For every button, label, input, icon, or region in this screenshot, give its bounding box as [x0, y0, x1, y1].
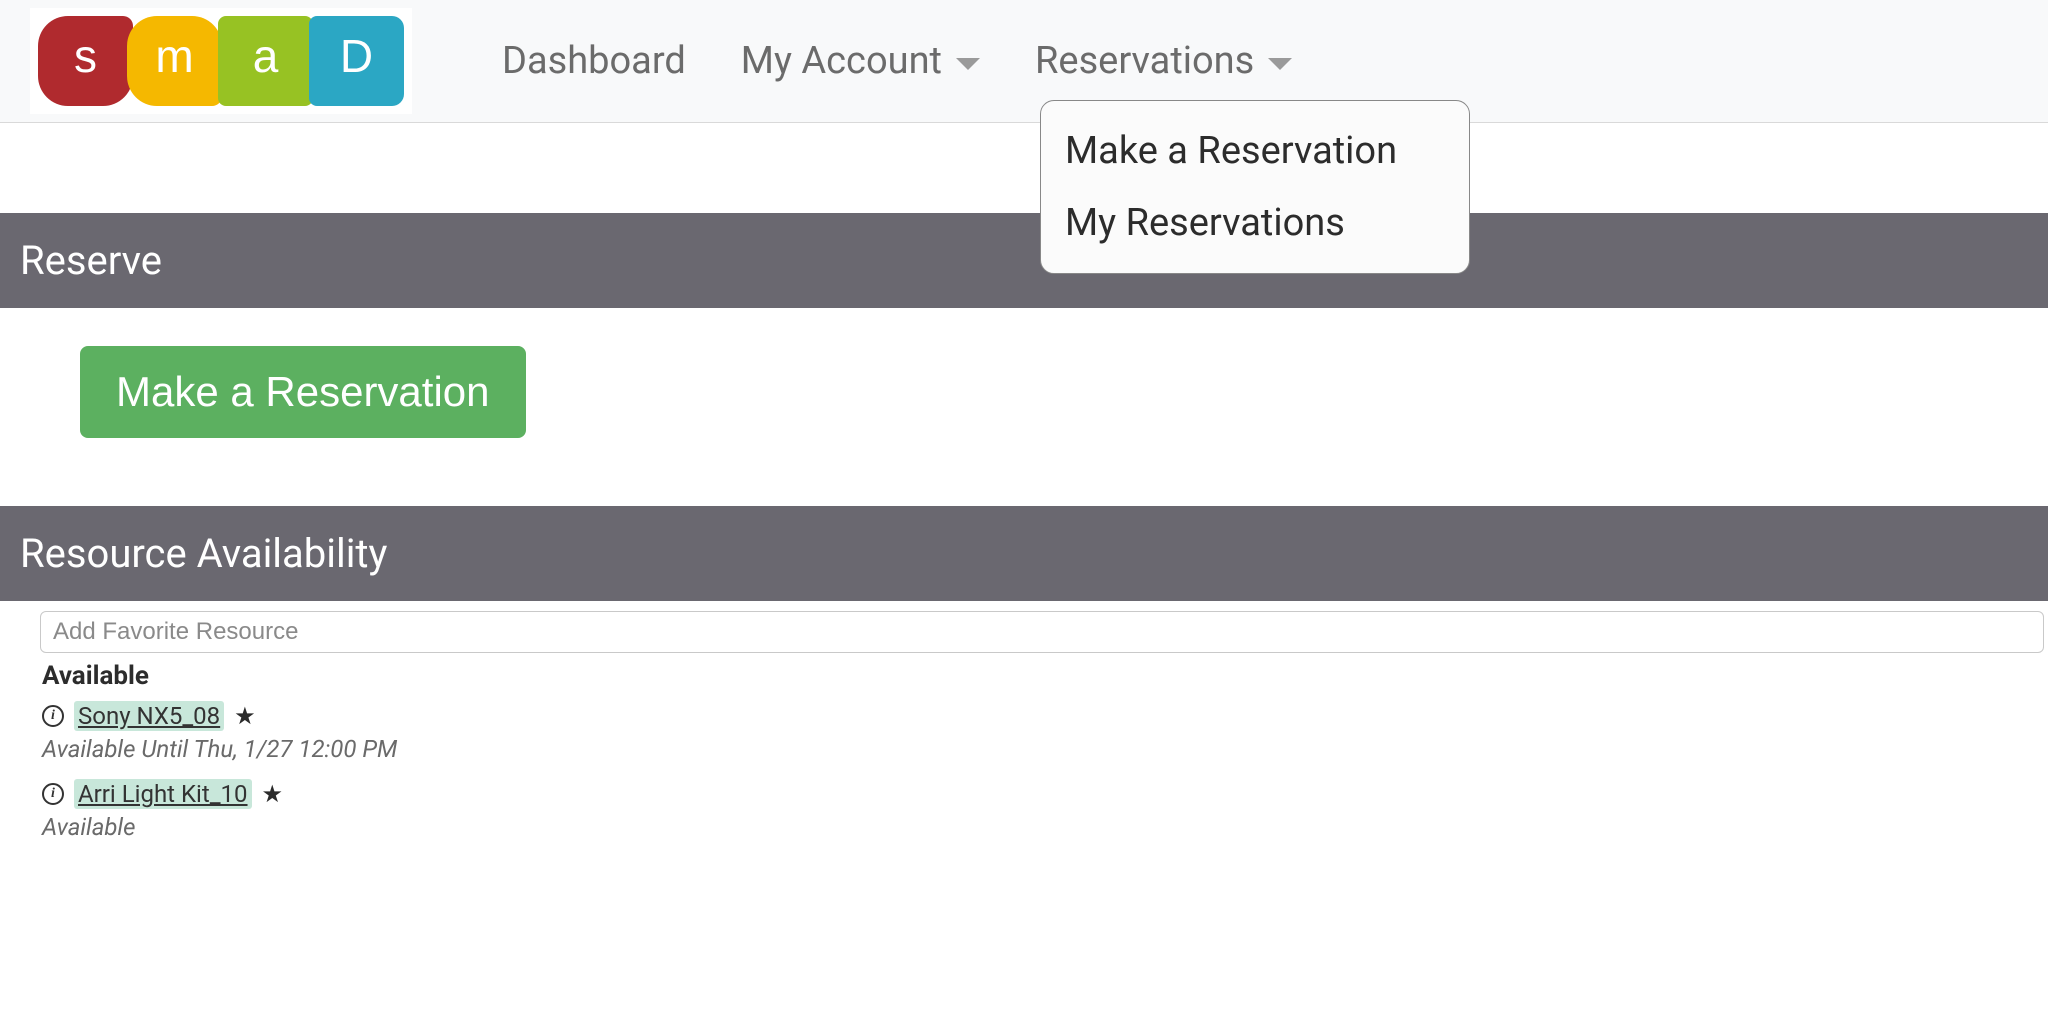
- resource-row: i Sony NX5_08 ★: [40, 699, 2048, 733]
- resource-status: Available Until Thu, 1/27 12:00 PM: [40, 733, 2048, 777]
- availability-section-body: Available i Sony NX5_08 ★ Available Unti…: [0, 601, 2048, 855]
- logo-letter-s: s: [38, 16, 133, 106]
- nav-my-account-label: My Account: [741, 39, 942, 83]
- reservations-dropdown: Make a Reservation My Reservations: [1040, 100, 1470, 274]
- nav-my-account[interactable]: My Account: [741, 39, 980, 83]
- dropdown-make-reservation[interactable]: Make a Reservation: [1041, 115, 1469, 187]
- resource-link[interactable]: Sony NX5_08: [74, 701, 224, 731]
- chevron-down-icon: [956, 58, 980, 70]
- content: Reserve Make a Reservation Resource Avai…: [0, 213, 2048, 855]
- logo-letter-m: m: [127, 16, 222, 106]
- nav-items: Dashboard My Account Reservations: [502, 39, 1292, 83]
- reserve-section-body: Make a Reservation: [0, 308, 2048, 456]
- nav-reservations[interactable]: Reservations: [1035, 39, 1292, 83]
- make-reservation-button[interactable]: Make a Reservation: [80, 346, 526, 438]
- logo-letter-d: D: [309, 16, 404, 106]
- resource-status: Available: [40, 811, 2048, 855]
- favorite-resource-input[interactable]: [40, 611, 2044, 653]
- resource-item: i Arri Light Kit_10 ★ Available: [40, 777, 2048, 855]
- availability-section-header: Resource Availability: [0, 506, 2048, 601]
- resource-link[interactable]: Arri Light Kit_10: [74, 779, 252, 809]
- available-heading: Available: [40, 657, 2048, 699]
- resource-row: i Arri Light Kit_10 ★: [40, 777, 2048, 811]
- info-icon[interactable]: i: [42, 783, 64, 805]
- logo-letter-a: a: [218, 16, 313, 106]
- logo[interactable]: s m a D: [30, 8, 412, 114]
- nav-reservations-label: Reservations: [1035, 39, 1254, 83]
- navbar: s m a D Dashboard My Account Reservation…: [0, 0, 2048, 123]
- star-icon[interactable]: ★: [234, 702, 256, 730]
- dropdown-my-reservations[interactable]: My Reservations: [1041, 187, 1469, 259]
- info-icon[interactable]: i: [42, 705, 64, 727]
- star-icon[interactable]: ★: [262, 780, 284, 808]
- resource-item: i Sony NX5_08 ★ Available Until Thu, 1/2…: [40, 699, 2048, 777]
- reserve-section-header: Reserve: [0, 213, 2048, 308]
- chevron-down-icon: [1268, 58, 1292, 70]
- nav-dashboard[interactable]: Dashboard: [502, 39, 686, 83]
